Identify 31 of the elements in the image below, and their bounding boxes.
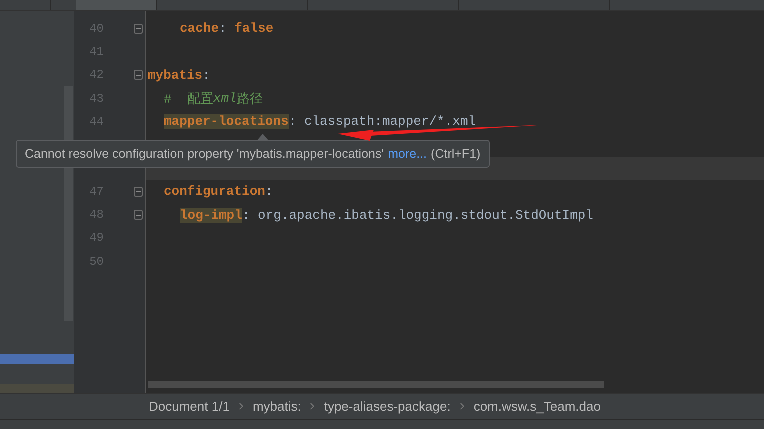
colon: : xyxy=(265,184,274,200)
editor-tab[interactable] xyxy=(76,0,157,10)
tree-row-highlight[interactable] xyxy=(0,354,74,364)
yaml-key: configuration xyxy=(164,184,266,200)
yaml-key: mapper-locations xyxy=(164,114,289,130)
yaml-value: classpath:mapper/*.xml xyxy=(304,114,476,130)
horizontal-scrollbar[interactable] xyxy=(148,381,604,388)
fold-icon[interactable] xyxy=(134,70,143,80)
colon: : xyxy=(219,21,228,36)
breadcrumb[interactable]: Document 1/1 xyxy=(149,399,230,414)
colon: : xyxy=(242,208,252,223)
colon: : xyxy=(202,68,210,83)
code-comment: 路径 xyxy=(236,90,263,108)
yaml-key: mybatis xyxy=(148,68,203,83)
yaml-value: false xyxy=(234,21,274,36)
colon: : xyxy=(288,114,298,130)
breadcrumb[interactable]: type-aliases-package: xyxy=(324,399,451,414)
fold-icon[interactable] xyxy=(134,186,143,197)
code-comment: xml xyxy=(213,91,237,106)
more-link[interactable]: more... xyxy=(388,147,428,161)
tooltip-message: Cannot resolve configuration property 'mybatis.mapper-locations' xyxy=(25,147,384,161)
tree-row-highlight[interactable] xyxy=(0,384,74,393)
yaml-key: log-impl xyxy=(180,208,242,223)
code-comment: # 配置 xyxy=(164,90,214,108)
shortcut-hint: (Ctrl+F1) xyxy=(431,147,481,161)
fold-icon[interactable] xyxy=(134,210,143,220)
yaml-key: cache xyxy=(180,21,220,36)
breadcrumb[interactable]: mybatis: xyxy=(252,399,302,414)
fold-icon[interactable] xyxy=(134,24,143,34)
yaml-value: org.apache.ibatis.logging.stdout.StdOutImpl xyxy=(258,208,594,223)
breadcrumb[interactable]: com.wsw.s_Team.dao xyxy=(474,399,601,414)
